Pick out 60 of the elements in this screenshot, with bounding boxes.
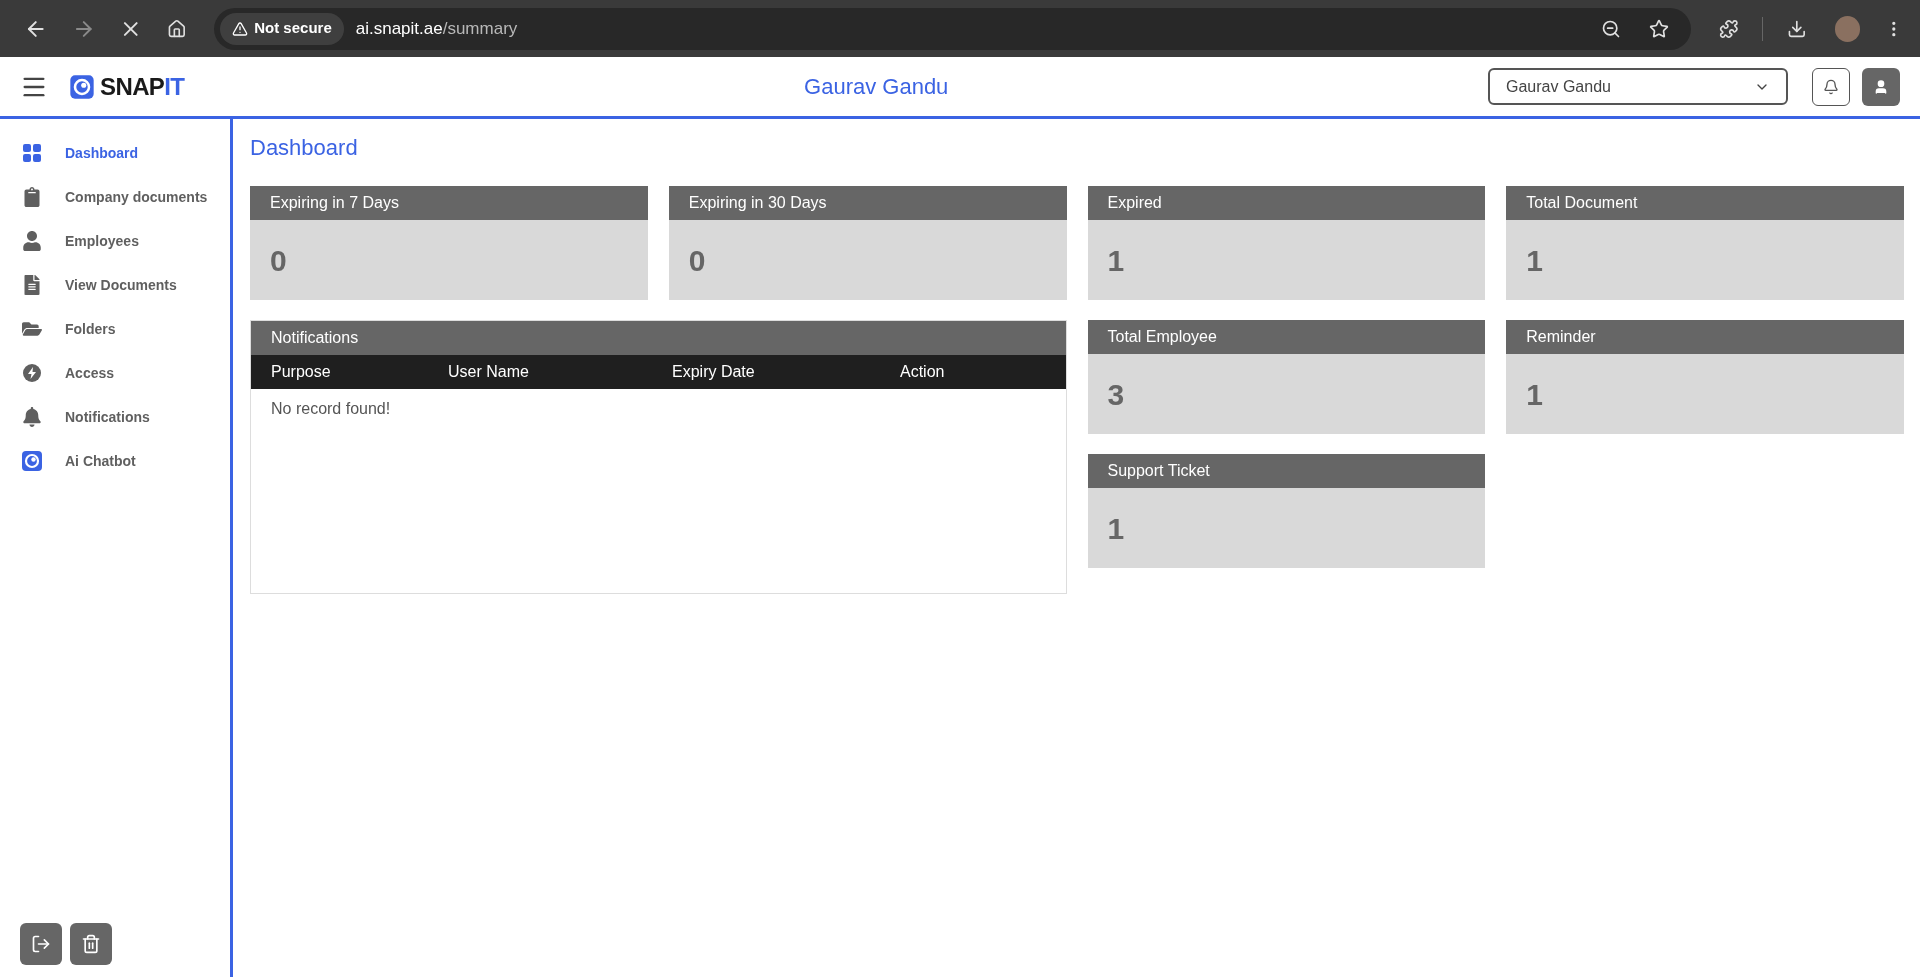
user-icon [1873,78,1889,95]
logo-icon [68,72,96,101]
delete-button[interactable] [70,923,112,965]
stat-value: 1 [1107,510,1125,547]
sidebar-item[interactable]: Dashboard [0,131,230,175]
logout-icon [31,934,51,954]
page-heading: Gaurav Gandu [804,73,949,101]
column-header: Action [900,362,946,382]
bell-icon [22,407,42,427]
empty-message: No record found! [271,400,391,417]
sidebar-item[interactable]: Access [0,351,230,395]
folder-icon [22,319,42,339]
card-title: Notifications [271,328,359,348]
content-title: Dashboard [250,134,359,162]
security-chip[interactable]: Not secure [220,12,344,45]
download-icon[interactable] [1787,18,1807,39]
stat-value: 0 [688,242,706,279]
sidebar-item[interactable]: Ai Chatbot [0,439,230,483]
profile-button[interactable] [1862,67,1900,106]
stat-value: 3 [1107,376,1125,413]
clipboard-icon [22,187,42,207]
stat-value: 0 [270,242,287,279]
stat-value: 1 [1107,242,1125,279]
notification-button[interactable] [1812,67,1850,106]
stat-value: 1 [1526,242,1543,279]
card-title: Expiring in 7 Days [270,193,399,213]
home-icon[interactable] [166,18,187,39]
file-icon [22,275,42,295]
star-icon[interactable] [1648,18,1669,39]
sidebar-item[interactable]: Folders [0,307,230,351]
column-header: Expiry Date [672,362,756,382]
logo-text: SNAPIT [100,71,185,102]
address-bar[interactable]: Not secure ai.snapit.ae/summary [214,7,1691,50]
stat-value: 1 [1526,376,1543,413]
card-title: Expired [1107,193,1162,213]
sidebar-item[interactable]: Employees [0,219,230,263]
url-text: ai.snapit.ae/summary [355,17,518,40]
zoom-icon[interactable] [1600,18,1621,39]
column-header: User Name [448,362,530,382]
column-header: Purpose [271,362,332,382]
sidebar-item[interactable]: Notifications [0,395,230,439]
lightning-icon [22,363,42,383]
trash-icon [81,934,101,954]
card-title: Reminder [1526,327,1596,347]
user-icon [22,231,42,251]
card-title: Expiring in 30 Days [688,193,827,213]
chatbot-icon [20,449,44,473]
sidebar-item[interactable]: View Documents [0,263,230,307]
profile-avatar[interactable] [1834,15,1861,42]
card-title: Total Employee [1107,327,1217,347]
card-title: Support Ticket [1107,461,1210,481]
sidebar-item[interactable]: Company documents [0,175,230,219]
bell-icon [1823,78,1839,95]
user-select[interactable]: Gaurav Gandu [1488,68,1788,105]
security-label: Not secure [254,18,332,39]
puzzle-icon[interactable] [1718,18,1739,39]
logout-button[interactable] [20,923,62,965]
grid-icon [22,143,42,163]
warning-icon [232,20,249,37]
card-title: Total Document [1526,193,1638,213]
